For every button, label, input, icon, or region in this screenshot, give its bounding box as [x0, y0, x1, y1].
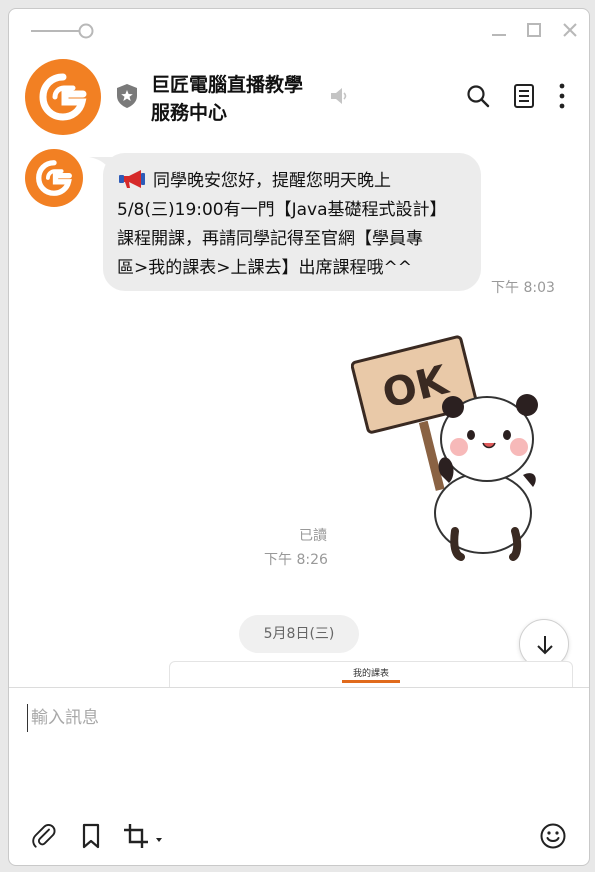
search-icon[interactable] — [465, 83, 491, 109]
minimize-icon[interactable] — [490, 21, 508, 39]
message-composer — [9, 687, 589, 865]
message-list[interactable]: 同學晚安您好，提醒您明天晚上 5/8(三)19:00有一門【Java基礎程式設計… — [9, 141, 589, 687]
card-title: 我的課表 — [352, 669, 389, 679]
chat-title-line2: 服務中心 — [151, 102, 228, 124]
megaphone-icon — [119, 170, 145, 188]
bubble-text-3: 課程開課，再請同學記得至官網【學員專 — [117, 229, 423, 249]
message-bubble[interactable]: 同學晚安您好，提醒您明天晚上 5/8(三)19:00有一門【Java基礎程式設計… — [103, 153, 481, 291]
card-tab-underline — [342, 680, 400, 683]
bubble-text-4: 區>我的課表>上課去】出席課程哦^^ — [117, 258, 412, 278]
bookmark-icon[interactable] — [77, 822, 105, 850]
chat-title: 巨匠電腦直播教學 服務中心 — [151, 71, 303, 127]
bubble-text-2: 5/8(三)19:00有一門【Java基礎程式設計】 — [117, 200, 447, 220]
notes-icon[interactable] — [511, 83, 537, 109]
attachment-icon[interactable] — [31, 822, 59, 850]
chat-window: 巨匠電腦直播教學 服務中心 同學晚安您好，提醒您明天晚上 5/8(三)19:00… — [8, 8, 590, 866]
link-preview-card[interactable]: 我的課表 — [169, 661, 573, 687]
more-menu-icon[interactable] — [549, 83, 575, 109]
maximize-icon[interactable] — [525, 21, 543, 39]
message-timestamp: 下午 8:03 — [491, 280, 555, 296]
message-input[interactable] — [27, 704, 573, 732]
panda-ok-sticker[interactable]: OK — [351, 335, 551, 561]
brand-logo-icon — [39, 73, 87, 121]
arrow-down-icon — [537, 636, 553, 655]
chat-header: 巨匠電腦直播教學 服務中心 — [9, 51, 589, 141]
pin-toggle-icon[interactable] — [31, 23, 95, 39]
brand-logo-icon — [36, 160, 72, 196]
emoji-icon[interactable] — [539, 822, 567, 850]
bubble-line-1: 同學晚安您好，提醒您明天晚上 — [117, 167, 469, 196]
sender-avatar[interactable] — [25, 149, 83, 207]
close-icon[interactable] — [561, 21, 579, 39]
sticker-timestamp: 下午 8:26 — [264, 552, 328, 568]
mute-speaker-icon[interactable] — [329, 85, 349, 107]
title-bar — [9, 9, 589, 51]
screenshot-crop-icon[interactable] — [122, 822, 166, 850]
bubble-text-1: 同學晚安您好，提醒您明天晚上 — [153, 171, 391, 191]
account-avatar[interactable] — [25, 59, 101, 135]
date-divider: 5月8日(三) — [239, 615, 359, 653]
verified-shield-icon — [117, 84, 137, 108]
read-receipt: 已讀 — [299, 528, 327, 544]
chat-title-line1: 巨匠電腦直播教學 — [151, 74, 304, 96]
